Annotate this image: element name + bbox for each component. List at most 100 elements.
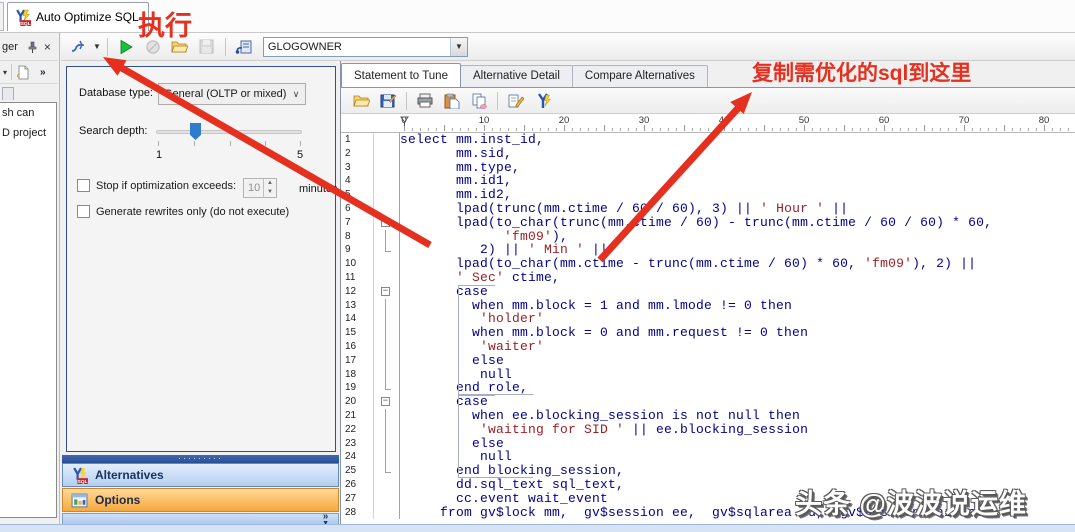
slider-tick	[158, 141, 159, 146]
panel-bar-alternatives[interactable]: SQL Alternatives	[62, 463, 339, 487]
line-number: 22	[341, 422, 374, 437]
fold-margin	[374, 367, 400, 382]
slider-max-label: 5	[297, 149, 304, 161]
chevron-down-icon[interactable]: ▼	[93, 42, 101, 51]
fold-collapse-icon[interactable]: −	[381, 397, 390, 407]
sidebar-tab-fragment[interactable]	[2, 87, 14, 100]
fold-margin	[374, 326, 400, 340]
ruler-mark: 80	[1038, 115, 1050, 126]
close-icon[interactable]: ×	[44, 40, 51, 54]
code-text: null	[400, 449, 513, 465]
fold-margin	[374, 188, 400, 202]
edit-pencil-icon	[508, 94, 524, 107]
code-line: 15 when mm.block = 0 and mm.request != 0…	[341, 326, 1075, 340]
annotation-execute-text: 执行	[138, 11, 192, 41]
open-sql-button[interactable]	[349, 90, 373, 112]
sidebar-list[interactable]: sh can D project	[0, 102, 57, 518]
fold-margin	[374, 270, 400, 285]
minutes-unit-label: minutes	[299, 183, 338, 195]
code-text: mm.id2,	[400, 187, 513, 203]
print-button[interactable]	[413, 90, 437, 112]
connection-combobox[interactable]: GLOGOWNER ▼	[262, 36, 468, 57]
line-number: 16	[341, 339, 374, 354]
line-number: 25	[341, 464, 374, 478]
fold-collapse-icon[interactable]: −	[381, 217, 390, 227]
line-number: 17	[341, 353, 374, 368]
list-item[interactable]: sh can	[0, 103, 56, 123]
code-text: mm.sid,	[400, 145, 513, 161]
line-number: 27	[341, 491, 374, 506]
line-number: 14	[341, 312, 374, 327]
code-line: 12− case	[341, 283, 1075, 299]
separator	[106, 37, 108, 56]
execute-button[interactable]	[114, 36, 138, 58]
code-line: 23 else	[341, 436, 1075, 451]
optimize-options-panel: Database type: General (OLTP or mixed) ∨…	[61, 61, 340, 532]
fold-margin[interactable]: −	[374, 215, 400, 230]
paste-button[interactable]	[440, 90, 464, 112]
line-number: 18	[341, 367, 374, 382]
stop-optimization-row: Stop if optimization exceeds:	[77, 179, 236, 192]
slider-min-label: 1	[156, 149, 163, 161]
optimize-wizard-button[interactable]	[66, 36, 90, 58]
code-text: when mm.block = 0 and mm.request != 0 th…	[400, 325, 809, 341]
search-depth-slider-track[interactable]	[156, 130, 302, 134]
code-text: 'holder'	[480, 311, 545, 327]
code-line: 17 else	[341, 353, 1075, 368]
list-item[interactable]: D project	[0, 123, 56, 143]
code-line: 2 mm.sid,	[341, 145, 1075, 161]
panel-bar-options[interactable]: Options	[62, 488, 339, 512]
tab-alternative-detail[interactable]: Alternative Detail	[459, 65, 573, 87]
line-number: 9	[341, 243, 374, 258]
code-line: 24 null	[341, 449, 1075, 465]
code-text: lpad(to_char(trunc(mm.ctime / 60) - trun…	[400, 214, 993, 230]
fold-margin	[374, 201, 400, 216]
line-number: 12	[341, 284, 374, 299]
new-document-icon[interactable]	[16, 65, 30, 80]
code-lines: 1 select mm.inst_id, 2 mm.sid, 3 mm.type, 4 …	[341, 133, 1075, 520]
session-connect-button[interactable]	[232, 36, 256, 58]
fold-margin	[374, 160, 400, 175]
database-type-select[interactable]: General (OLTP or mixed) ∨	[158, 83, 306, 105]
save-sql-button[interactable]	[376, 90, 400, 112]
separator	[497, 91, 498, 110]
connection-value: GLOGOWNER	[267, 40, 342, 53]
fold-margin	[374, 243, 400, 258]
wizard-wand-icon	[71, 40, 84, 52]
copy-button[interactable]	[467, 90, 491, 112]
database-type-value: General (OLTP or mixed)	[164, 88, 287, 100]
tab-statement-to-tune[interactable]: Statement to Tune	[341, 63, 461, 87]
tab-compare-alternatives[interactable]: Compare Alternatives	[571, 65, 708, 87]
save-button-disabled[interactable]	[195, 36, 219, 58]
ysql-tuning-fork-icon	[538, 92, 551, 108]
options-label: Options	[95, 493, 141, 507]
search-depth-slider-thumb[interactable]	[190, 123, 201, 140]
ruler-mark: 60	[878, 115, 890, 126]
generate-rewrites-checkbox[interactable]	[77, 205, 90, 218]
tab-auto-optimize-sql[interactable]: SQL Auto Optimize SQL	[7, 2, 149, 31]
code-text: end role,	[400, 380, 529, 396]
fold-collapse-icon[interactable]: −	[381, 286, 390, 296]
pin-icon[interactable]	[26, 41, 38, 53]
sql-code-area[interactable]: 1 select mm.inst_id, 2 mm.sid, 3 mm.type, 4 …	[341, 133, 1075, 532]
fold-margin[interactable]: −	[374, 395, 400, 409]
edit-sql-button[interactable]	[504, 90, 528, 112]
stop-optimization-checkbox[interactable]	[77, 179, 90, 192]
combo-dropdown-button[interactable]: ▼	[449, 37, 467, 56]
panel-splitter[interactable]: ·········	[62, 453, 339, 463]
code-text: end blocking_session,	[400, 463, 625, 479]
fold-margin[interactable]: −	[374, 284, 400, 299]
code-text: case	[400, 283, 489, 299]
save-icon	[380, 94, 396, 107]
partial-tab[interactable]	[0, 2, 4, 31]
minutes-spinner[interactable]: 10 ▲ ▼	[243, 178, 277, 198]
chevron-down-icon[interactable]: ▾	[3, 68, 7, 77]
line-number: 3	[341, 160, 374, 175]
code-line: 20− case	[341, 395, 1075, 409]
code-line: 4 mm.id1,	[341, 174, 1075, 189]
toolbar-overflow-icon[interactable]: »	[40, 67, 46, 78]
line-number: 28	[341, 505, 374, 520]
code-line: 6 lpad(trunc(mm.ctime / 60 / 60), 3) || …	[341, 202, 1075, 216]
tune-statement-button[interactable]	[531, 90, 555, 112]
spinner-buttons[interactable]: ▲ ▼	[263, 179, 276, 197]
